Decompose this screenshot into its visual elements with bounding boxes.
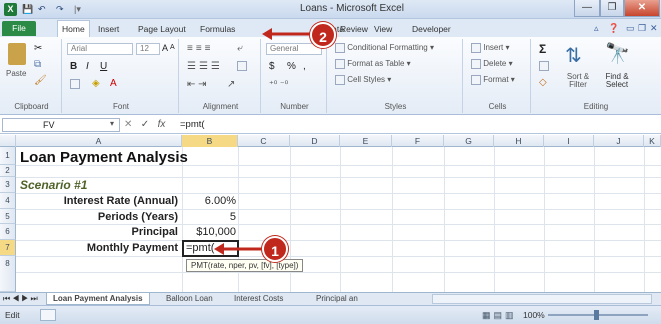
horizontal-scrollbar[interactable] <box>432 294 652 304</box>
callout-step-2: 2 <box>310 22 336 48</box>
sheet-tab-bar: ⏮◀▶⏭ Loan Payment Analysis Balloon Loan … <box>0 292 661 305</box>
sheet-tab-loan-payment-analysis[interactable]: Loan Payment Analysis <box>46 293 150 305</box>
sheet-tab-balloon-loan[interactable]: Balloon Loan <box>160 293 219 305</box>
callout-step-1: 1 <box>262 236 288 262</box>
status-mode: Edit <box>5 310 20 320</box>
macro-record-icon[interactable] <box>40 309 56 321</box>
sheet-tab-principal[interactable]: Principal an <box>310 293 364 305</box>
arrow-head-cell <box>214 243 224 255</box>
sheet-tab-interest-costs[interactable]: Interest Costs <box>228 293 289 305</box>
zoom-level[interactable]: 100% <box>523 310 545 320</box>
zoom-slider-thumb[interactable] <box>594 310 599 320</box>
status-bar: Edit ▦▤▥ 100% <box>0 305 661 324</box>
arrow-head-tab <box>262 28 272 40</box>
callout-arrows <box>214 28 312 255</box>
sheet-nav-arrows[interactable]: ⏮◀▶⏭ <box>3 294 40 304</box>
view-buttons[interactable]: ▦▤▥ <box>482 310 517 321</box>
